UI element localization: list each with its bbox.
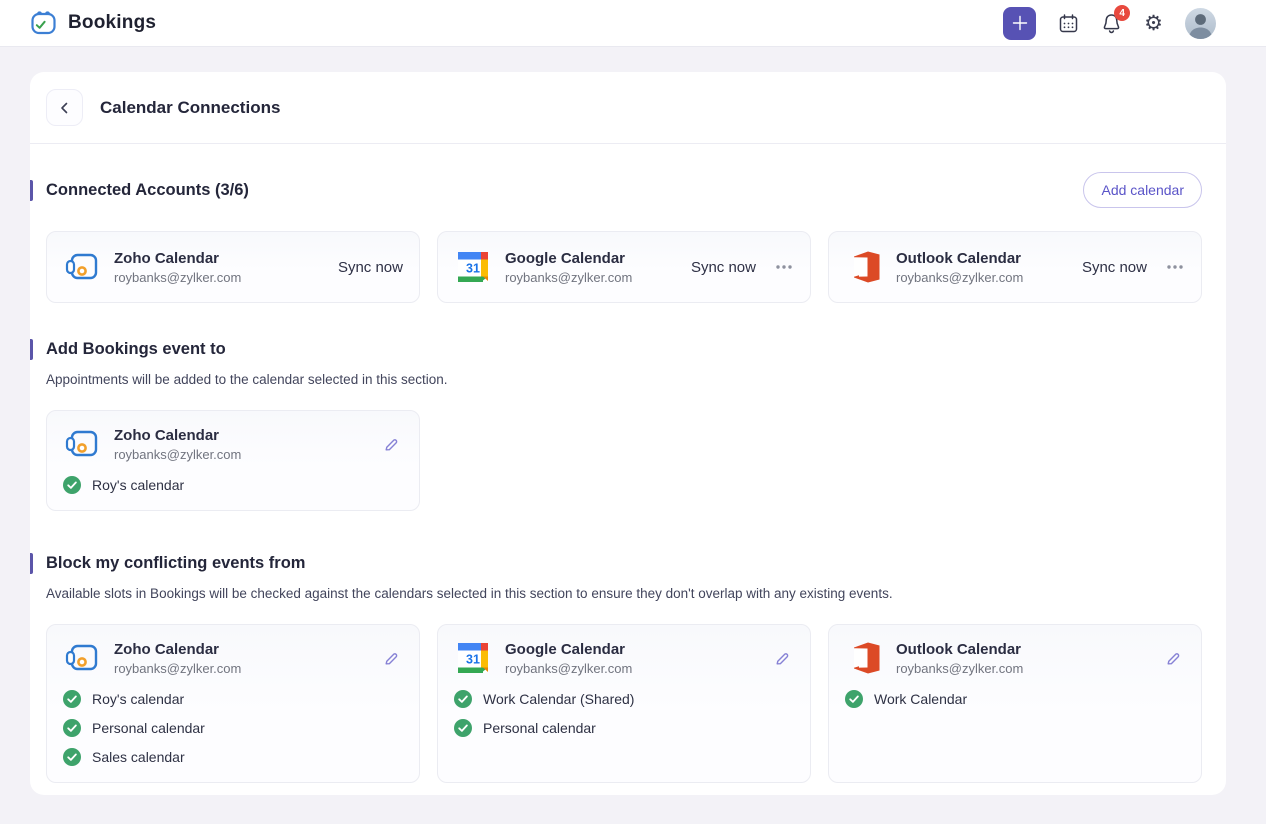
provider-name: Zoho Calendar (114, 427, 366, 444)
section-accent-bar (30, 180, 33, 201)
check-icon (454, 690, 472, 708)
edit-pencil-icon[interactable] (379, 433, 403, 460)
calendar-name: Personal calendar (92, 720, 205, 736)
edit-pencil-icon[interactable] (770, 647, 794, 674)
notifications-bell-icon[interactable]: 4 (1101, 12, 1122, 34)
sync-now-button[interactable]: Sync now (338, 259, 403, 276)
notification-count-badge: 4 (1114, 5, 1130, 21)
check-icon (845, 690, 863, 708)
provider-name: Google Calendar (505, 641, 757, 658)
provider-email: roybanks@zylker.com (114, 270, 325, 285)
section-accent-bar (30, 339, 33, 360)
connected-accounts-title: Connected Accounts (3/6) (46, 181, 1083, 200)
block-events-section-header: Block my conflicting events from (30, 553, 1226, 574)
calendar-name: Work Calendar (Shared) (483, 691, 634, 707)
selected-calendar-item: Personal calendar (63, 719, 403, 737)
zoho-calendar-icon (63, 425, 101, 463)
check-icon (63, 476, 81, 494)
calendar-name: Sales calendar (92, 749, 185, 765)
add-event-row: Zoho Calendar roybanks@zylker.com Roy's … (46, 410, 1202, 511)
page-title: Calendar Connections (100, 98, 280, 118)
sync-now-button[interactable]: Sync now (1082, 259, 1147, 276)
selected-calendar-item: Sales calendar (63, 748, 403, 766)
block-card-google: Google Calendar roybanks@zylker.com Work… (437, 624, 811, 783)
edit-pencil-icon[interactable] (379, 647, 403, 674)
check-icon (454, 719, 472, 737)
calendar-name: Roy's calendar (92, 477, 184, 493)
add-event-title: Add Bookings event to (46, 340, 1226, 359)
selected-calendar-item: Roy's calendar (63, 690, 403, 708)
provider-email: roybanks@zylker.com (896, 270, 1069, 285)
app-title: Bookings (68, 12, 156, 34)
provider-name: Outlook Calendar (896, 250, 1069, 267)
provider-email: roybanks@zylker.com (505, 270, 678, 285)
provider-email: roybanks@zylker.com (505, 661, 757, 676)
add-event-card-zoho: Zoho Calendar roybanks@zylker.com Roy's … (46, 410, 420, 511)
provider-email: roybanks@zylker.com (896, 661, 1148, 676)
user-avatar[interactable] (1185, 8, 1216, 39)
provider-name: Google Calendar (505, 250, 678, 267)
outlook-calendar-icon (845, 639, 883, 677)
calendar-icon[interactable] (1058, 13, 1079, 34)
provider-name: Outlook Calendar (896, 641, 1148, 658)
edit-pencil-icon[interactable] (1161, 647, 1185, 674)
selected-calendar-item: Work Calendar (Shared) (454, 690, 794, 708)
block-events-description: Available slots in Bookings will be chec… (46, 586, 1210, 601)
google-calendar-icon (454, 248, 492, 286)
calendar-connections-panel: Calendar Connections Connected Accounts … (30, 72, 1226, 795)
selected-calendar-item: Work Calendar (845, 690, 1185, 708)
connected-card-zoho: Zoho Calendar roybanks@zylker.com Sync n… (46, 231, 420, 303)
google-calendar-icon (454, 639, 492, 677)
block-events-title: Block my conflicting events from (46, 554, 1226, 573)
selected-calendar-item: Personal calendar (454, 719, 794, 737)
calendar-name: Work Calendar (874, 691, 967, 707)
provider-email: roybanks@zylker.com (114, 447, 366, 462)
app-header: Bookings 4 ⚙ (0, 0, 1266, 47)
create-booking-button[interactable] (1003, 7, 1036, 40)
calendar-name: Roy's calendar (92, 691, 184, 707)
more-options-icon[interactable] (1165, 263, 1185, 271)
add-calendar-button[interactable]: Add calendar (1083, 172, 1202, 208)
block-card-outlook: Outlook Calendar roybanks@zylker.com Wor… (828, 624, 1202, 783)
back-button[interactable] (46, 89, 83, 126)
check-icon (63, 690, 81, 708)
connected-card-google: Google Calendar roybanks@zylker.com Sync… (437, 231, 811, 303)
check-icon (63, 719, 81, 737)
more-options-icon[interactable] (774, 263, 794, 271)
provider-name: Zoho Calendar (114, 641, 366, 658)
zoho-calendar-icon (63, 639, 101, 677)
add-event-section-header: Add Bookings event to (30, 339, 1226, 360)
add-event-description: Appointments will be added to the calend… (46, 372, 1210, 387)
block-events-row: Zoho Calendar roybanks@zylker.com Roy's … (46, 624, 1202, 783)
connected-accounts-section-header: Connected Accounts (3/6) Add calendar (30, 172, 1226, 208)
provider-email: roybanks@zylker.com (114, 661, 366, 676)
connected-card-outlook: Outlook Calendar roybanks@zylker.com Syn… (828, 231, 1202, 303)
settings-gear-icon[interactable]: ⚙ (1144, 13, 1163, 34)
connected-accounts-row: Zoho Calendar roybanks@zylker.com Sync n… (46, 231, 1202, 303)
calendar-name: Personal calendar (483, 720, 596, 736)
selected-calendar-item: Roy's calendar (63, 476, 403, 494)
sync-now-button[interactable]: Sync now (691, 259, 756, 276)
block-card-zoho: Zoho Calendar roybanks@zylker.com Roy's … (46, 624, 420, 783)
check-icon (63, 748, 81, 766)
bookings-logo-icon (30, 10, 57, 36)
provider-name: Zoho Calendar (114, 250, 325, 267)
outlook-calendar-icon (845, 248, 883, 286)
section-accent-bar (30, 553, 33, 574)
zoho-calendar-icon (63, 248, 101, 286)
